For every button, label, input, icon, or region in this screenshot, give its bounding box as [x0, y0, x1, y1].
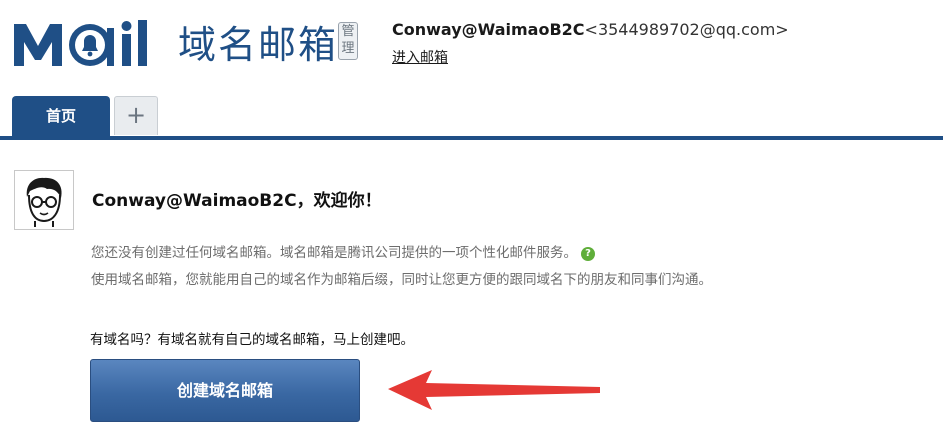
domain-question: 有域名吗？有域名就有自己的域名邮箱，马上创建吧。: [90, 332, 414, 348]
intro-line-2: 使用域名邮箱，您就能用自己的域名作为邮箱后缀，同时让您更方便的跟同域名下的朋友和…: [91, 272, 712, 288]
intro-text: 您还没有创建过任何域名邮箱。域名邮箱是腾讯公司提供的一项个性化邮件服务。? 使用…: [91, 240, 712, 294]
enter-mailbox-link[interactable]: 进入邮箱: [392, 47, 448, 67]
avatar-cartoon-icon: [17, 173, 71, 227]
intro-line-1: 您还没有创建过任何域名邮箱。域名邮箱是腾讯公司提供的一项个性化邮件服务。: [91, 245, 577, 261]
avatar: [14, 170, 74, 230]
add-tab-button[interactable]: +: [114, 96, 158, 135]
create-domain-mailbox-button[interactable]: 创建域名邮箱: [90, 359, 360, 422]
account-name: Conway@WaimaoB2C: [392, 20, 585, 39]
mail-logo: [10, 14, 170, 74]
account-info: Conway@WaimaoB2C<3544989702@qq.com>: [392, 20, 789, 39]
tab-bar: 首页 +: [0, 96, 943, 140]
red-arrow-annotation-icon: [388, 370, 600, 410]
help-icon[interactable]: ?: [581, 247, 595, 261]
welcome-message: Conway@WaimaoB2C，欢迎你！: [92, 191, 382, 211]
tab-home[interactable]: 首页: [12, 96, 110, 136]
product-name: 域名邮箱: [178, 23, 339, 67]
admin-badge[interactable]: 管理: [338, 22, 358, 60]
mail-logo-icon: [14, 20, 147, 66]
account-email: <3544989702@qq.com>: [584, 20, 789, 39]
